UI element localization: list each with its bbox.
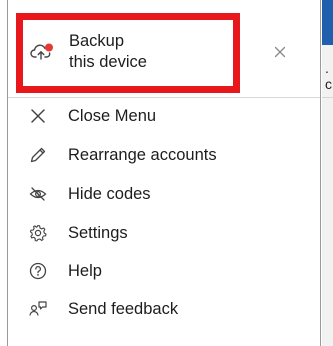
eye-off-icon xyxy=(28,184,48,204)
menu-item-label: Help xyxy=(68,262,102,280)
dismiss-backup-close-icon[interactable] xyxy=(272,44,288,60)
menu-item-label: Rearrange accounts xyxy=(68,146,217,164)
menu-item-label: Send feedback xyxy=(68,300,179,318)
backup-label-line-1: Backup xyxy=(69,32,125,50)
app-bar xyxy=(322,0,333,45)
menu-item-send-feedback[interactable]: Send feedback xyxy=(8,290,320,328)
backup-label: Backup this device xyxy=(69,31,219,73)
background-text-line-2: c xyxy=(325,76,332,92)
gear-icon xyxy=(28,223,48,243)
menu-item-label: Settings xyxy=(68,224,128,242)
background-text-line-1: . xyxy=(325,60,329,76)
screen: . c Backup this device Close Menu Rearra… xyxy=(0,0,333,346)
notification-dot xyxy=(45,43,53,52)
menu-item-label: Hide codes xyxy=(68,185,151,203)
help-circle-icon xyxy=(28,261,48,281)
menu-item-close-menu[interactable]: Close Menu xyxy=(8,97,320,135)
side-menu: Backup this device Close Menu Rearrange … xyxy=(7,0,321,346)
menu-item-label: Close Menu xyxy=(68,107,157,125)
background-divider xyxy=(322,97,333,98)
feedback-person-icon xyxy=(28,299,48,319)
menu-item-settings[interactable]: Settings xyxy=(8,214,320,252)
close-icon xyxy=(28,106,48,126)
cloud-upload-icon xyxy=(30,42,54,62)
menu-item-help[interactable]: Help xyxy=(8,252,320,290)
pencil-icon xyxy=(28,145,48,165)
background-text: . c xyxy=(325,60,332,92)
backup-label-line-2: this device xyxy=(69,53,147,71)
menu-item-hide-codes[interactable]: Hide codes xyxy=(8,175,320,213)
background-app: . c xyxy=(322,0,333,346)
menu-item-rearrange-accounts[interactable]: Rearrange accounts xyxy=(8,136,320,174)
